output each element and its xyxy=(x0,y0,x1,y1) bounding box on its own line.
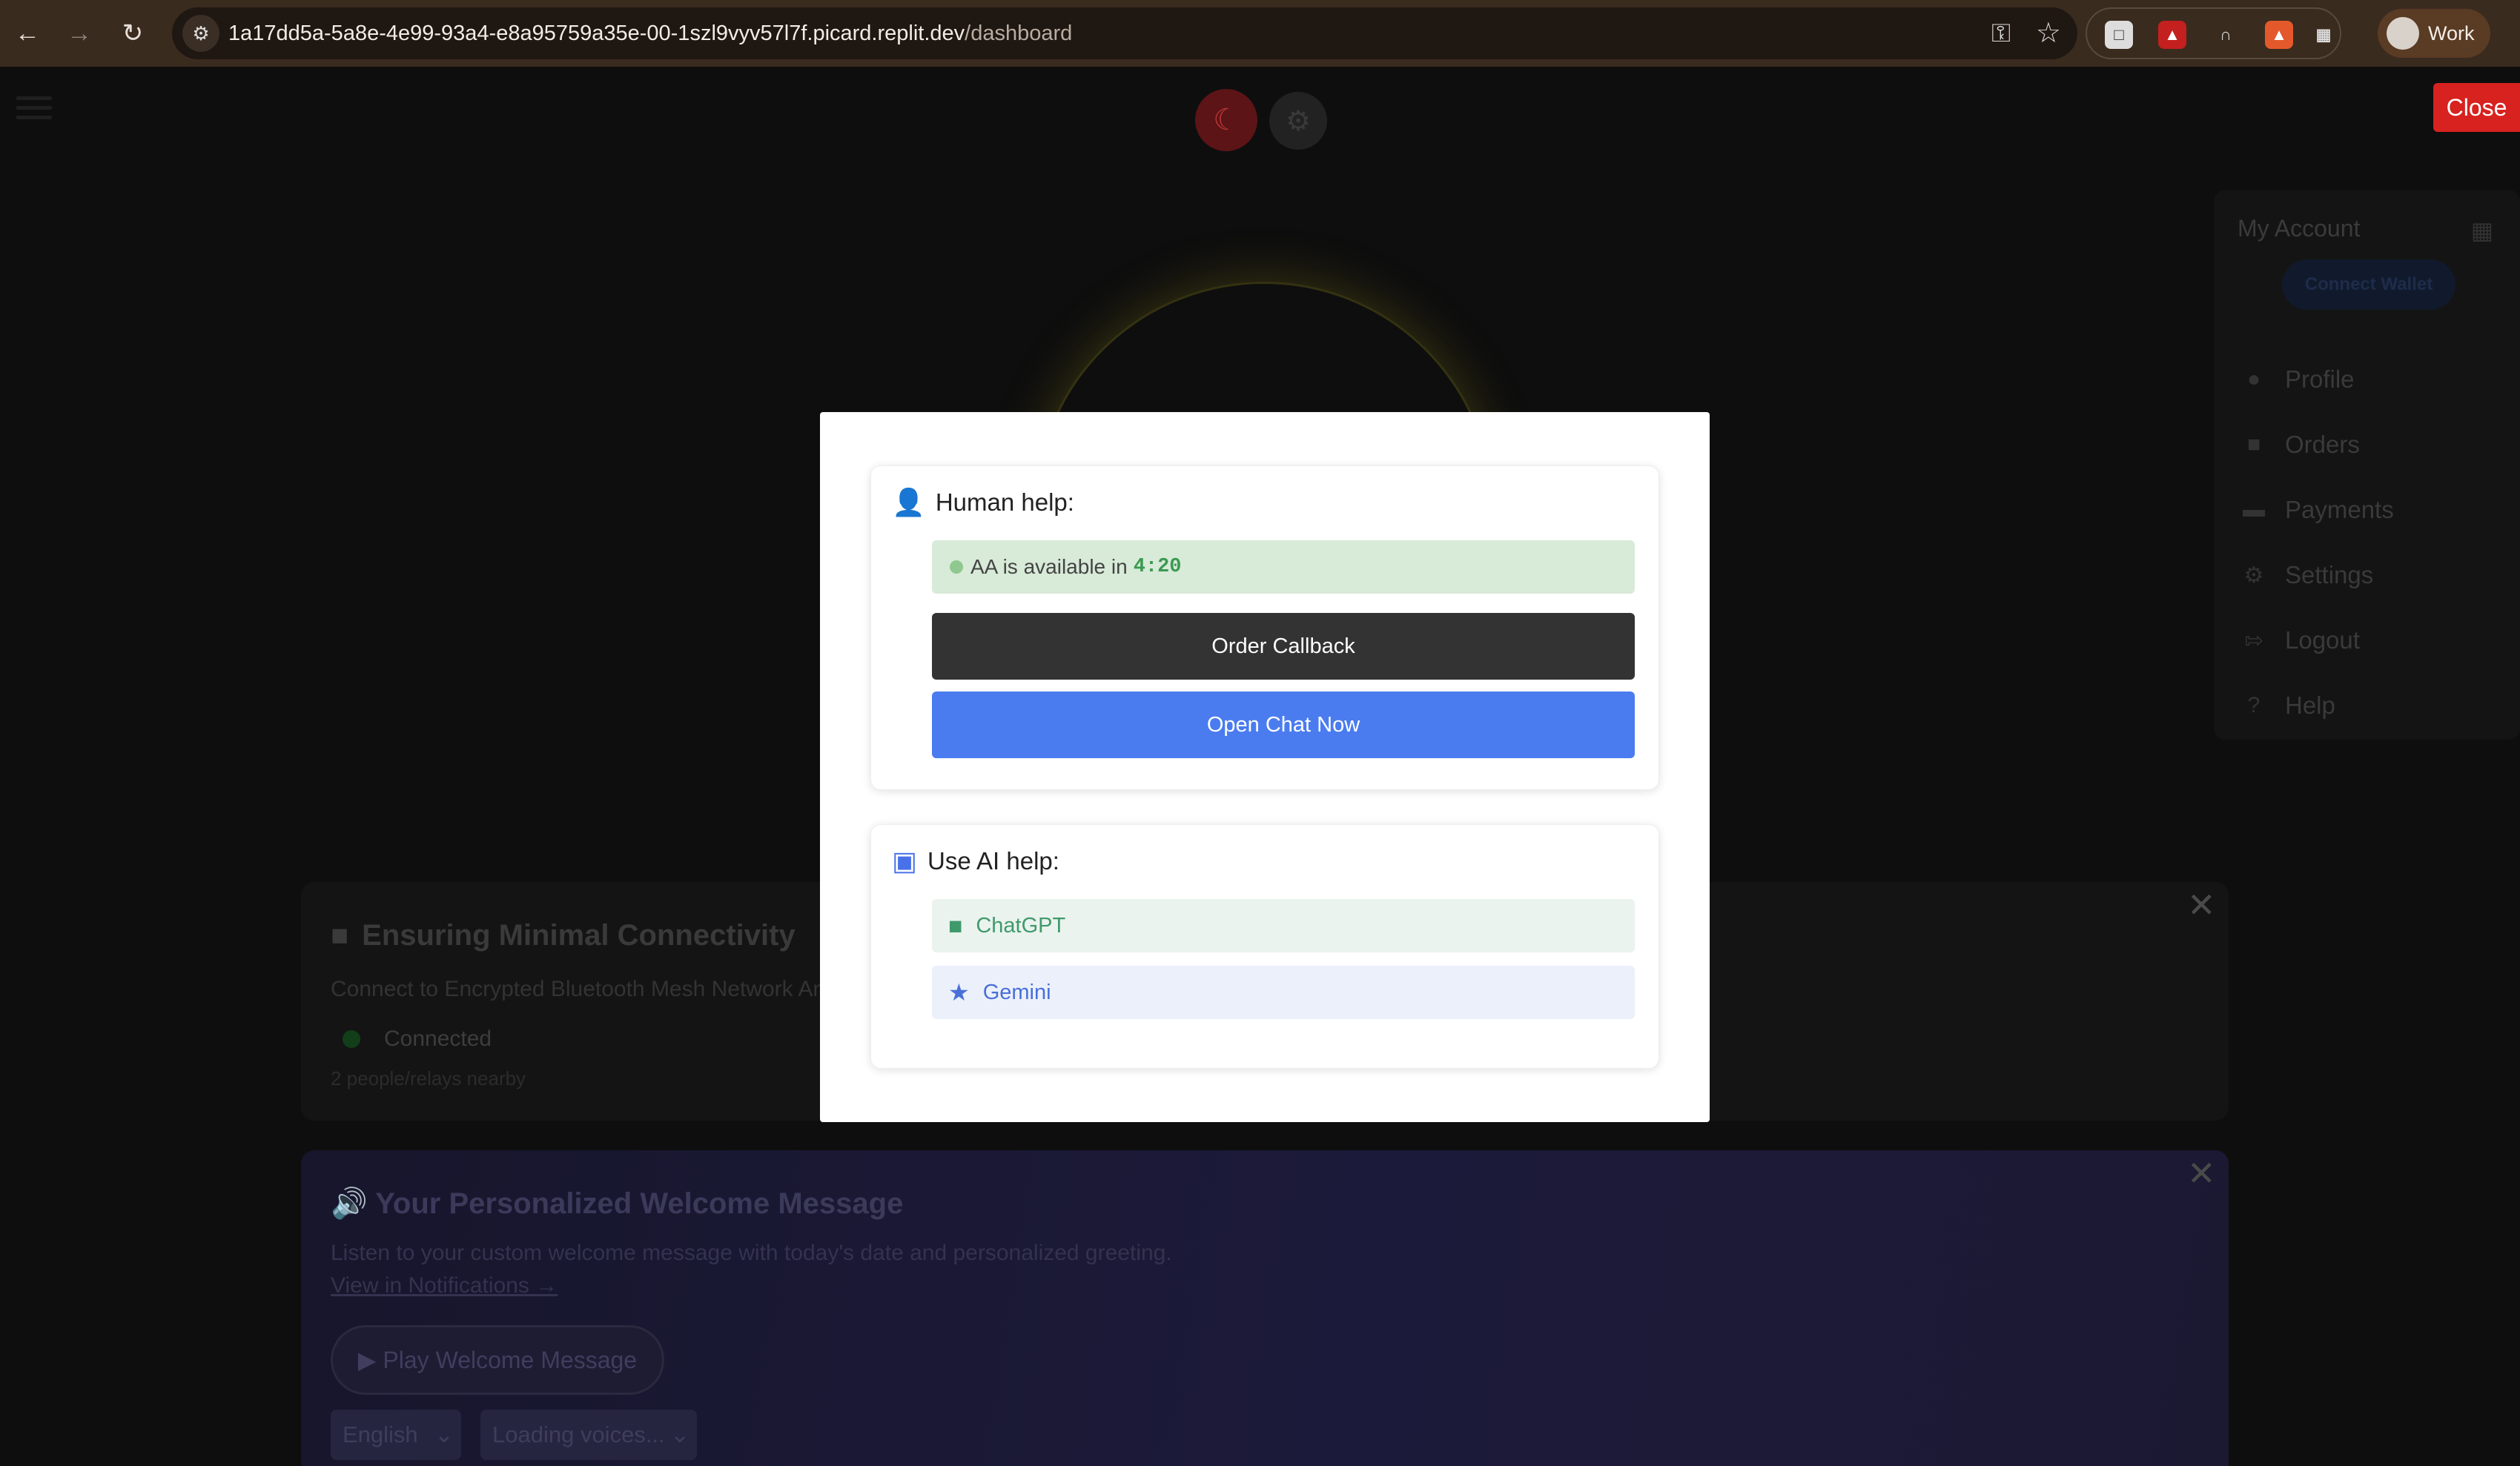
account-item-help[interactable]: ? Help xyxy=(2239,683,2335,728)
chevron-down-icon: ⌄ xyxy=(434,1422,454,1447)
bookmark-star-icon[interactable]: ☆ xyxy=(2036,16,2061,50)
password-key-icon[interactable]: ⚿ xyxy=(1991,19,2011,48)
account-item-label: Help xyxy=(2285,691,2335,719)
ai-help-heading: ▣ Use AI help: xyxy=(892,846,1059,877)
chatgpt-label: ChatGPT xyxy=(976,913,1066,938)
gemini-label: Gemini xyxy=(982,980,1051,1004)
profile-button[interactable]: Work xyxy=(2378,9,2490,58)
account-item-label: Orders xyxy=(2285,431,2360,458)
star-icon: ★ xyxy=(948,979,970,1006)
back-icon[interactable]: ← xyxy=(7,13,47,53)
close-icon[interactable]: ✕ xyxy=(2187,888,2216,922)
human-help-heading: 👤 Human help: xyxy=(892,487,1074,518)
chatgpt-option[interactable]: ■ ChatGPT xyxy=(932,899,1635,952)
status-dot xyxy=(343,1030,360,1048)
menu-icon[interactable] xyxy=(16,96,52,123)
extension-icon[interactable]: □ xyxy=(2105,21,2133,49)
robot-icon: ▣ xyxy=(892,846,918,876)
human-help-heading-text: Human help: xyxy=(935,488,1074,516)
help-modal: 👤 Human help: AA is available in 4:20 Or… xyxy=(820,412,1710,1122)
account-item-settings[interactable]: ⚙ Settings xyxy=(2239,553,2374,597)
account-item-label: Profile xyxy=(2285,365,2355,393)
connect-wallet-button[interactable]: Connect Wallet xyxy=(2282,259,2455,310)
grid-icon[interactable]: ▦ xyxy=(2471,216,2493,245)
logout-icon: ⇰ xyxy=(2244,628,2263,653)
gear-icon[interactable]: ⚙ xyxy=(1269,92,1327,150)
play-label: Play Welcome Message xyxy=(383,1346,638,1373)
welcome-subtitle: Listen to your custom welcome message wi… xyxy=(331,1241,1172,1265)
gemini-option[interactable]: ★ Gemini xyxy=(932,966,1635,1019)
voice-value: Loading voices... xyxy=(492,1422,665,1447)
url-text[interactable]: 1a17dd5a-5a8e-4e99-93a4-e8a95759a35e-00-… xyxy=(228,7,1072,59)
availability-dot xyxy=(950,560,963,574)
account-item-profile[interactable]: ● Profile xyxy=(2239,357,2355,402)
gear-icon: ⚙ xyxy=(2243,563,2264,588)
account-panel: My Account ▦ Connect Wallet ● Profile ■ Or… xyxy=(2214,190,2520,740)
speaker-icon: 🔊 xyxy=(331,1187,376,1220)
notifications-link[interactable]: View in Notifications → xyxy=(331,1273,558,1298)
connectivity-title-text: Ensuring Minimal Connectivity xyxy=(362,919,796,952)
account-item-label: Payments xyxy=(2285,496,2394,523)
close-icon[interactable]: ✕ xyxy=(2187,1156,2216,1190)
connectivity-title: ■ Ensuring Minimal Connectivity xyxy=(331,919,796,952)
address-bar[interactable]: ⚙ 1a17dd5a-5a8e-4e99-93a4-e8a95759a35e-0… xyxy=(172,7,2077,59)
order-callback-button[interactable]: Order Callback xyxy=(932,613,1635,680)
browser-toolbar: ← → ↻ ⚙ 1a17dd5a-5a8e-4e99-93a4-e8a95759… xyxy=(0,0,2520,67)
play-icon: ▶ xyxy=(357,1347,383,1373)
account-title: My Account xyxy=(2238,215,2361,242)
language-select[interactable]: English ⌄ xyxy=(331,1410,461,1460)
connection-status: Connected xyxy=(384,1026,492,1051)
account-item-label: Settings xyxy=(2285,561,2374,588)
extensions-group: □ ▲ ∩ ▲ ▦ xyxy=(2086,7,2341,59)
language-value: English xyxy=(343,1422,418,1447)
user-icon: ● xyxy=(2246,367,2261,391)
availability-text: AA is available in xyxy=(970,555,1128,578)
connectivity-description: Connect to Encrypted Bluetooth Mesh Netw… xyxy=(331,977,838,1001)
account-item-label: Logout xyxy=(2285,626,2360,654)
comments-icon: ■ xyxy=(948,912,963,939)
availability-banner: AA is available in 4:20 xyxy=(932,540,1635,594)
ai-help-heading-text: Use AI help: xyxy=(927,847,1059,875)
site-settings-icon[interactable]: ⚙ xyxy=(182,15,219,52)
moon-icon[interactable]: ☾ xyxy=(1195,89,1257,151)
pdf-extension-icon[interactable]: ▲ xyxy=(2158,21,2186,49)
profile-label: Work xyxy=(2428,21,2475,44)
account-item-payments[interactable]: ▬ Payments xyxy=(2239,488,2394,532)
human-help-panel: 👤 Human help: AA is available in 4:20 Or… xyxy=(870,465,1659,790)
close-button[interactable]: Close xyxy=(2433,83,2520,132)
availability-timer: 4:20 xyxy=(1133,556,1182,578)
nearby-count: 2 people/relays nearby xyxy=(331,1067,526,1089)
puzzle-extensions-icon[interactable]: ▦ xyxy=(2309,21,2338,49)
chevron-down-icon: ⌄ xyxy=(670,1422,689,1447)
url-host: 1a17dd5a-5a8e-4e99-93a4-e8a95759a35e-00-… xyxy=(228,21,965,45)
welcome-card: 🔊 Your Personalized Welcome Message List… xyxy=(301,1150,2229,1466)
welcome-title: 🔊 Your Personalized Welcome Message xyxy=(331,1186,903,1221)
comments-icon: ■ xyxy=(331,919,349,952)
credit-card-icon: ▬ xyxy=(2243,497,2265,522)
arc-extension-icon[interactable]: ∩ xyxy=(2212,21,2240,49)
question-icon: ? xyxy=(2247,693,2261,717)
account-item-logout[interactable]: ⇰ Logout xyxy=(2239,618,2360,663)
profile-avatar xyxy=(2387,17,2419,50)
open-chat-button[interactable]: Open Chat Now xyxy=(932,691,1635,758)
welcome-title-text: Your Personalized Welcome Message xyxy=(375,1187,904,1220)
cart-icon: ■ xyxy=(2246,432,2261,457)
account-item-orders[interactable]: ■ Orders xyxy=(2239,422,2360,467)
fox-extension-icon[interactable]: ▲ xyxy=(2265,21,2293,49)
voice-select[interactable]: Loading voices... ⌄ xyxy=(480,1410,697,1460)
play-welcome-button[interactable]: ▶ Play Welcome Message xyxy=(331,1325,664,1395)
ai-help-panel: ▣ Use AI help: ■ ChatGPT ★ Gemini xyxy=(870,824,1659,1069)
reload-icon[interactable]: ↻ xyxy=(113,13,153,53)
forward-icon[interactable]: → xyxy=(59,13,99,53)
url-path: /dashboard xyxy=(965,21,1073,45)
user-icon: 👤 xyxy=(892,487,925,517)
